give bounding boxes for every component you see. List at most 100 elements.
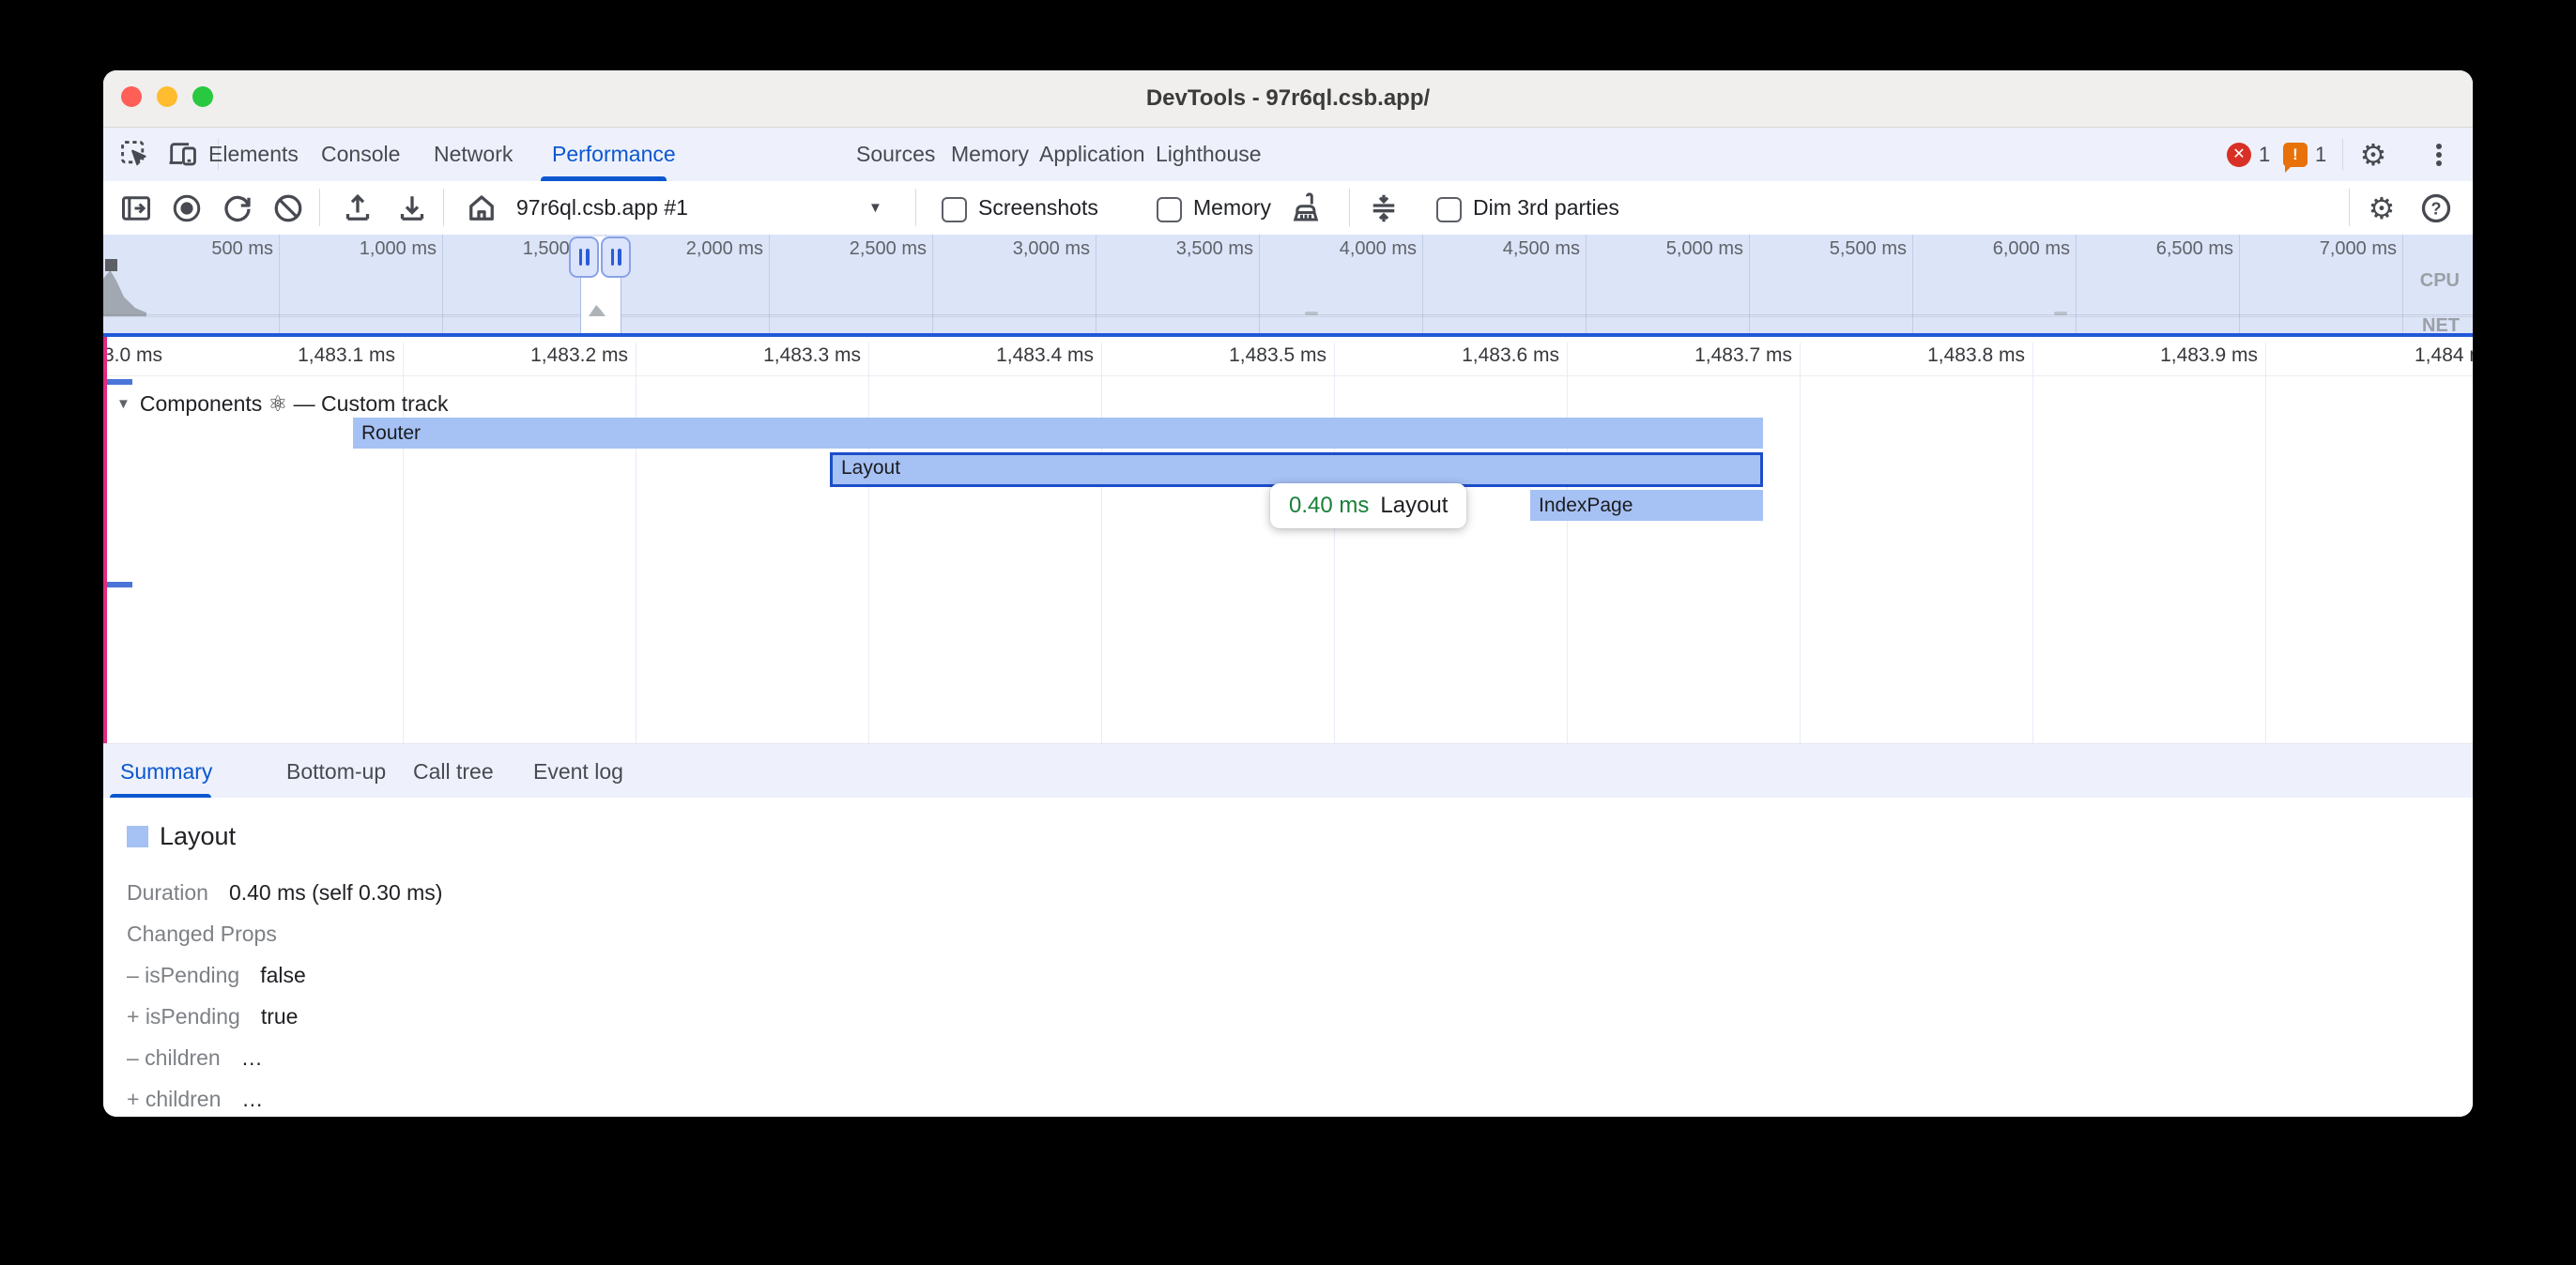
timeline-overview[interactable]: 500 ms 1,000 ms 1,500 ms 2,000 ms 2,500 … [103, 235, 2473, 333]
performance-toolbar: 97r6ql.csb.app #1 ▼ Screenshots Memory D… [103, 181, 2473, 236]
track-title: Components ⚛ — Custom track [140, 391, 449, 417]
row-label: Changed Props [127, 922, 277, 946]
row-label: – isPending [127, 963, 239, 987]
screenshots-label[interactable]: Screenshots [978, 181, 1098, 235]
memory-label[interactable]: Memory [1193, 181, 1271, 235]
warning-count[interactable]: 1 [2315, 128, 2326, 181]
flame-bar-layout[interactable]: Layout [830, 452, 1763, 487]
summary-panel: Layout Duration 0.40 ms (self 0.30 ms) Ch… [103, 798, 2473, 1117]
tick-line [1422, 235, 1423, 333]
summary-title-row: Layout [127, 822, 236, 851]
grid-line [2032, 343, 2033, 743]
tick-line [1912, 235, 1913, 333]
flame-bar-indexpage[interactable]: IndexPage [1530, 490, 1763, 521]
zoom-window-left-handle[interactable] [569, 236, 599, 278]
tick-line [2239, 235, 2240, 333]
flame-bar-router[interactable]: Router [353, 418, 1763, 449]
kebab-menu-icon[interactable] [2422, 138, 2456, 172]
collapse-tracks-icon[interactable] [1366, 191, 1402, 226]
row-value: false [260, 963, 306, 987]
device-toolbar-icon[interactable] [165, 138, 199, 172]
record-icon[interactable] [169, 191, 205, 226]
tab-application[interactable]: Application [1039, 128, 1145, 181]
tab-lighthouse[interactable]: Lighthouse [1156, 128, 1262, 181]
divider [2342, 139, 2343, 171]
desktop-background: DevTools - 97r6ql.csb.app/ Elements Cons… [0, 0, 2576, 1265]
grid-line [1800, 343, 1801, 743]
tab-bottom-up[interactable]: Bottom-up [286, 744, 386, 799]
inspect-element-icon[interactable] [118, 138, 152, 172]
row-label: + children [127, 1087, 221, 1111]
ruler-tick: 1,483.8 ms [1875, 344, 2025, 367]
overview-tick: 500 ms [132, 238, 273, 260]
toggle-sidebar-icon[interactable] [118, 191, 154, 226]
row-label: Duration [127, 880, 208, 905]
tick-line [1586, 235, 1587, 333]
custom-track-header[interactable]: ▼ Components ⚛ — Custom track [116, 389, 449, 418]
cpu-baseline [103, 314, 2473, 315]
home-icon[interactable] [464, 191, 499, 226]
settings-gear-icon[interactable]: ⚙ [2356, 138, 2390, 172]
tab-event-log[interactable]: Event log [533, 744, 623, 799]
summary-row: Duration 0.40 ms (self 0.30 ms) [127, 880, 442, 906]
target-selector[interactable]: 97r6ql.csb.app #1 [516, 181, 688, 235]
tab-memory[interactable]: Memory [951, 128, 1029, 181]
divider [915, 189, 916, 226]
flame-tooltip: 0.40 msLayout [1270, 483, 1466, 528]
row-value: … [241, 1087, 263, 1111]
capture-settings-gear-icon[interactable]: ⚙ [2364, 191, 2400, 226]
row-value: true [261, 1004, 299, 1029]
flame-chart-area[interactable]: 1,483.0 ms 1,483.1 ms 1,483.2 ms 1,483.3… [103, 337, 2473, 743]
svg-text:?: ? [2431, 199, 2442, 218]
main-tab-bar: Elements Console Network Performance Sou… [103, 128, 2473, 181]
row-value: 0.40 ms (self 0.30 ms) [229, 880, 443, 905]
summary-title: Layout [160, 822, 236, 851]
summary-row: + isPendingtrue [127, 1004, 298, 1029]
ruler-tick: 1,483.7 ms [1642, 344, 1792, 367]
tab-console[interactable]: Console [321, 128, 400, 181]
row-value: … [241, 1045, 263, 1070]
ruler-tick: 1,484 ms [2415, 344, 2473, 367]
screenshots-checkbox[interactable] [942, 197, 967, 222]
ruler-tick: 1,483.5 ms [1176, 344, 1326, 367]
tab-call-tree[interactable]: Call tree [413, 744, 494, 799]
error-count[interactable]: 1 [2259, 128, 2270, 181]
record-and-reload-icon[interactable] [220, 191, 255, 226]
clear-icon[interactable] [270, 191, 306, 226]
summary-row: Changed Props [127, 922, 298, 947]
memory-checkbox[interactable] [1157, 197, 1182, 222]
zoom-window-right-handle[interactable] [601, 236, 631, 278]
tick-line [1259, 235, 1260, 333]
help-icon[interactable]: ? [2418, 191, 2454, 226]
devtools-window: DevTools - 97r6ql.csb.app/ Elements Cons… [103, 70, 2473, 1117]
download-profile-icon[interactable] [394, 191, 430, 226]
cpu-activity-graph [103, 270, 146, 316]
overview-tick: 2,500 ms [786, 238, 927, 260]
grid-line [1101, 343, 1102, 743]
overview-tick: 4,500 ms [1439, 238, 1580, 260]
tick-line [769, 235, 770, 333]
cpu-band-label: CPU [2347, 270, 2460, 292]
upload-profile-icon[interactable] [340, 191, 376, 226]
tab-performance[interactable]: Performance [552, 128, 676, 181]
collect-garbage-broom-icon[interactable] [1288, 191, 1324, 226]
divider [319, 189, 320, 226]
overview-tick: 3,500 ms [1112, 238, 1253, 260]
target-dropdown-caret-icon[interactable]: ▼ [868, 181, 882, 235]
error-icon[interactable]: ✕ [2227, 143, 2251, 167]
ruler-tick: 1,483.2 ms [478, 344, 628, 367]
tab-sources[interactable]: Sources [856, 128, 935, 181]
net-band-separator [103, 316, 2473, 317]
tab-elements[interactable]: Elements [208, 128, 299, 181]
disclosure-triangle-icon[interactable]: ▼ [116, 396, 130, 412]
tab-network[interactable]: Network [434, 128, 513, 181]
warning-icon[interactable]: ! [2283, 143, 2308, 167]
tick-line [2076, 235, 2077, 333]
details-tab-bar: Summary Bottom-up Call tree Event log [103, 743, 2473, 799]
tick-line [442, 235, 443, 333]
ruler-bottom-border [103, 375, 2473, 376]
dim-3rd-parties-label[interactable]: Dim 3rd parties [1473, 181, 1619, 235]
dim-3rd-parties-checkbox[interactable] [1436, 197, 1462, 222]
ruler-tick: 1,483.1 ms [245, 344, 395, 367]
tab-summary[interactable]: Summary [120, 744, 212, 799]
